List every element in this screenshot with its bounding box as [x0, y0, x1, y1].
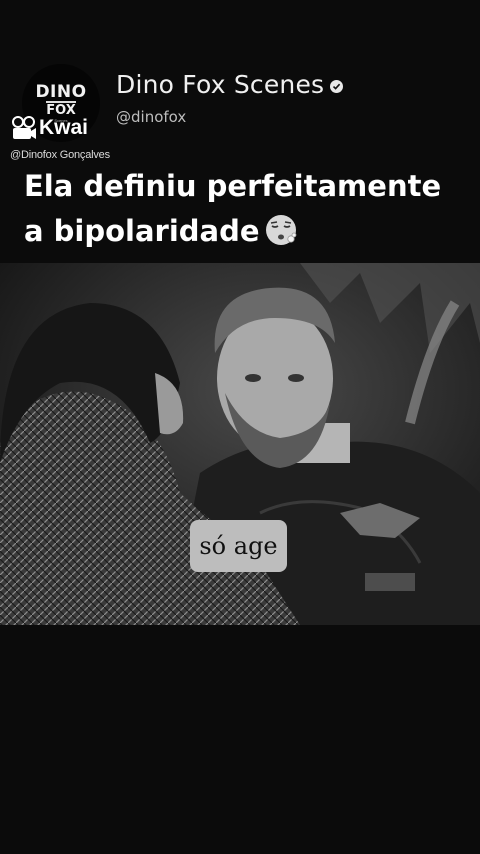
channel-handle[interactable]: @dinofox [116, 108, 186, 126]
caption-line-2: a bipolaridade [24, 209, 474, 254]
video-subtitle: só age [190, 520, 287, 572]
post-caption: Ela definiu perfeitamente a bipolaridade [24, 164, 474, 254]
kwai-watermark: Kwai [12, 116, 88, 140]
kwai-wordmark: Kwai [39, 116, 89, 139]
avatar-logo-line1: DINO [35, 82, 87, 102]
caption-line-2-text: a bipolaridade [24, 214, 260, 248]
caption-line-1: Ela definiu perfeitamente [24, 169, 442, 203]
kwai-handle: @Dinofox Gonçalves [10, 149, 110, 161]
verified-badge-icon [330, 80, 344, 93]
post-header: DINO FOX Scenes Kwai @Dinofox Gonçalves … [0, 0, 480, 262]
channel-name-row: Dino Fox Scenes [116, 70, 344, 99]
bottom-blank-area [0, 625, 480, 854]
channel-name[interactable]: Dino Fox Scenes [116, 70, 324, 99]
tired-face-emoji-icon [265, 215, 296, 245]
kwai-camera-icon [12, 116, 36, 139]
